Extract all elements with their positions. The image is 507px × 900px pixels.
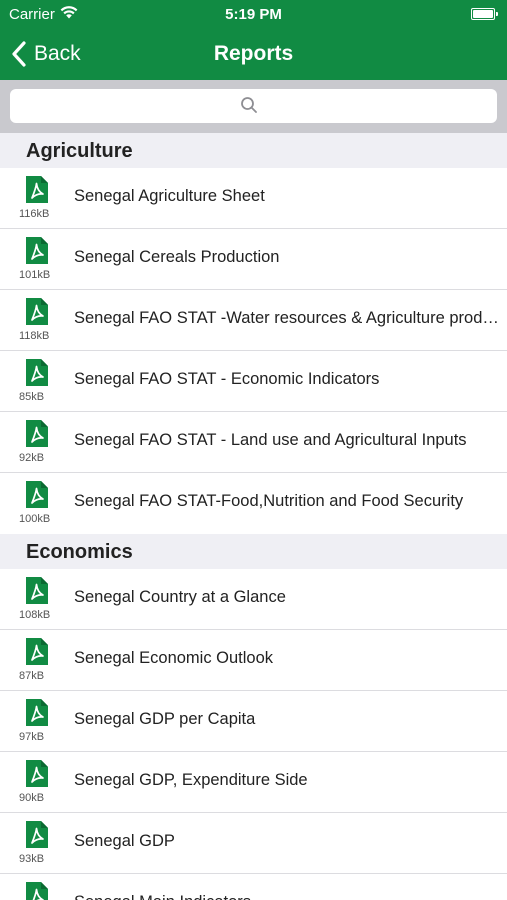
file-size: 100kB <box>19 513 51 525</box>
pdf-file-icon <box>26 176 48 203</box>
pdf-file-icon <box>26 237 48 264</box>
clock: 5:19 PM <box>225 6 282 23</box>
pdf-file-icon <box>26 359 48 386</box>
report-row[interactable]: 97kB Senegal GDP per Capita <box>0 691 507 752</box>
report-row[interactable]: 90kB Senegal GDP, Expenditure Side <box>0 752 507 813</box>
report-title: Senegal FAO STAT -Water resources & Agri… <box>74 309 503 327</box>
report-row[interactable]: 92kB Senegal FAO STAT - Land use and Agri… <box>0 412 507 473</box>
reports-list: Agriculture 116kB Senegal Agriculture Shee… <box>0 133 507 900</box>
report-row[interactable]: 101kB Senegal Cereals Production <box>0 229 507 290</box>
report-title: Senegal Country at a Glance <box>74 588 286 606</box>
file-size: 116kB <box>19 208 50 220</box>
file-size: 93kB <box>19 853 45 865</box>
status-bar: Carrier 5:19 PM <box>0 0 507 28</box>
report-row[interactable]: 93kB Senegal GDP <box>0 813 507 874</box>
app-header: Carrier 5:19 PM Back Reports <box>0 0 507 80</box>
section-header: Economics <box>0 534 507 569</box>
navigation-bar: Back Reports <box>0 28 507 80</box>
report-row[interactable]: 118kB Senegal FAO STAT -Water resources &… <box>0 290 507 351</box>
file-size: 97kB <box>19 731 45 743</box>
search-bar <box>0 80 507 133</box>
back-label: Back <box>34 42 81 65</box>
pdf-file-icon <box>26 577 48 604</box>
section-rows: 116kB Senegal Agriculture Sheet 101kB Seneg… <box>0 168 507 534</box>
section-header: Agriculture <box>0 133 507 168</box>
file-size: 85kB <box>19 391 45 403</box>
chevron-left-icon <box>12 41 26 67</box>
pdf-file-icon <box>26 638 48 665</box>
file-size: 118kB <box>19 330 50 342</box>
pdf-file-icon <box>26 882 48 900</box>
report-row[interactable]: Senegal Main Indicators <box>0 874 507 900</box>
search-input[interactable] <box>10 89 497 123</box>
report-row[interactable]: 100kB Senegal FAO STAT-Food,Nutrition and… <box>0 473 507 534</box>
report-row[interactable]: 85kB Senegal FAO STAT - Economic Indicato… <box>0 351 507 412</box>
report-title: Senegal Economic Outlook <box>74 649 274 667</box>
file-size: 87kB <box>19 670 45 682</box>
pdf-file-icon <box>26 481 48 508</box>
pdf-file-icon <box>26 821 48 848</box>
back-button[interactable]: Back <box>10 28 81 80</box>
report-title: Senegal FAO STAT - Economic Indicators <box>74 370 380 388</box>
file-size: 101kB <box>19 269 51 281</box>
report-title: Senegal GDP per Capita <box>74 710 256 728</box>
report-title: Senegal GDP, Expenditure Side <box>74 771 308 789</box>
pdf-file-icon <box>26 760 48 787</box>
pdf-file-icon <box>26 298 48 325</box>
section-rows: 108kB Senegal Country at a Glance 87kB Sene… <box>0 569 507 900</box>
report-title: Senegal Agriculture Sheet <box>74 187 265 205</box>
file-size: 90kB <box>19 792 45 804</box>
pdf-file-icon <box>26 699 48 726</box>
report-title: Senegal Main Indicators <box>74 893 503 900</box>
report-row[interactable]: 116kB Senegal Agriculture Sheet <box>0 168 507 229</box>
battery-icon <box>471 8 498 20</box>
report-title: Senegal FAO STAT-Food,Nutrition and Food… <box>74 492 464 510</box>
file-size: 108kB <box>19 609 51 621</box>
report-title: Senegal GDP <box>74 832 175 850</box>
file-size: 92kB <box>19 452 45 464</box>
report-row[interactable]: 87kB Senegal Economic Outlook <box>0 630 507 691</box>
report-title: Senegal Cereals Production <box>74 248 280 266</box>
pdf-file-icon <box>26 420 48 447</box>
report-title: Senegal FAO STAT - Land use and Agricult… <box>74 431 467 449</box>
report-row[interactable]: 108kB Senegal Country at a Glance <box>0 569 507 630</box>
